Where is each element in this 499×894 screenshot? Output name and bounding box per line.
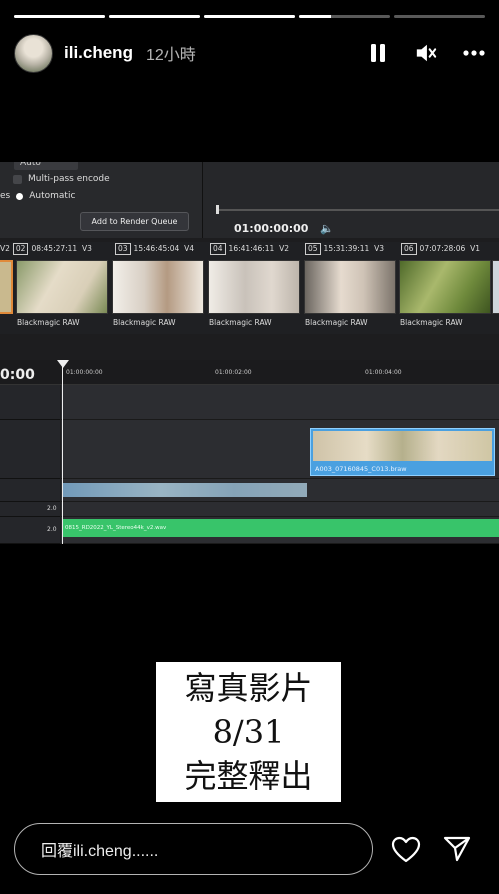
viewer-scrubber[interactable]: [216, 209, 499, 211]
automatic-row[interactable]: es Automatic: [0, 191, 75, 201]
multipass-row[interactable]: Multi-pass encode: [13, 174, 110, 184]
avatar[interactable]: [14, 33, 53, 73]
track-header[interactable]: [0, 420, 60, 479]
clip-header: 05 15:31:39:11 V3: [302, 242, 384, 256]
video-clip-label: A003_07160845_C013.braw: [315, 465, 407, 473]
audio-level: 2.0: [47, 505, 57, 512]
automatic-radio[interactable]: [16, 192, 24, 200]
clip-header: V2 02 08:45:27:11 V3: [0, 243, 92, 255]
clip-header: 06 07:07:28:06 V1: [398, 242, 480, 256]
format-dropdown[interactable]: Auto: [14, 162, 78, 170]
multipass-checkbox[interactable]: [13, 174, 22, 184]
clip-thumbnail[interactable]: [492, 260, 499, 314]
video-clip[interactable]: A003_07160845_C013.braw: [310, 428, 495, 476]
promo-sticker: 寫真影片 8/31 完整釋出: [156, 662, 341, 802]
progress-segment: [394, 15, 485, 18]
clip-thumbnail[interactable]: [304, 260, 396, 314]
clip-thumbnail[interactable]: [0, 260, 13, 314]
ruler-label: 01:00:00:00: [66, 369, 103, 376]
add-to-render-queue-button[interactable]: Add to Render Queue: [80, 212, 189, 231]
post-time: 12小時: [145, 47, 196, 64]
progress-segment: [204, 15, 295, 18]
render-settings-panel: Auto Multi-pass encode es Automatic Add …: [0, 162, 499, 238]
clip-header: 04 16:41:46:11 V2: [207, 242, 289, 256]
story-progress: [14, 15, 485, 18]
heart-icon[interactable]: [391, 835, 421, 863]
clip-label: Blackmagic RAW: [305, 318, 368, 327]
track-lane[interactable]: [61, 385, 499, 420]
clip-header: 03 15:46:45:04 V4: [112, 242, 194, 256]
username[interactable]: ili.cheng: [64, 43, 133, 63]
video-clip[interactable]: [63, 483, 307, 497]
progress-segment: [14, 15, 105, 18]
scrubber-handle[interactable]: [216, 205, 219, 214]
clip-thumbnail[interactable]: [208, 260, 300, 314]
pause-icon[interactable]: [367, 42, 389, 64]
clip-thumbnail[interactable]: [399, 260, 491, 314]
audio-clip-label: 0815_RD2022_YL_Stereo44k_v2.wav: [65, 525, 167, 531]
promo-line: 完整釋出: [184, 757, 313, 795]
clip-label: Blackmagic RAW: [17, 318, 80, 327]
story-media: Auto Multi-pass encode es Automatic Add …: [0, 162, 499, 544]
send-icon[interactable]: [443, 835, 471, 863]
clip-label: Blackmagic RAW: [113, 318, 176, 327]
reply-input[interactable]: 回覆ili.cheng......: [14, 823, 373, 875]
timeline-timecode: 0:00: [0, 367, 35, 383]
clip-strip: V2 02 08:45:27:11 V3 03 15:46:45:04 V4 04 16…: [0, 242, 499, 334]
clip-label: Blackmagic RAW: [209, 318, 272, 327]
ruler-label: 01:00:04:00: [365, 369, 402, 376]
audio-level: 2.0: [47, 526, 57, 533]
ruler-label: 01:00:02:00: [215, 369, 252, 376]
progress-segment: [299, 15, 390, 18]
speaker-muted-icon[interactable]: [415, 42, 437, 64]
clip-thumbnail[interactable]: [16, 260, 108, 314]
track-lane[interactable]: [61, 502, 499, 517]
track-header[interactable]: [0, 479, 60, 502]
multipass-label: Multi-pass encode: [28, 174, 110, 184]
progress-segment: [109, 15, 200, 18]
playhead[interactable]: [62, 362, 63, 544]
track-header[interactable]: [0, 385, 60, 420]
story-footer: 回覆ili.cheng......: [14, 822, 485, 876]
automatic-label: Automatic: [29, 191, 76, 201]
story-header: ili.cheng 12小時: [14, 33, 485, 73]
promo-line: 寫真影片: [184, 669, 313, 707]
more-horizontal-icon[interactable]: [463, 42, 485, 64]
promo-date: 8/31: [212, 713, 285, 751]
playhead-handle[interactable]: [57, 360, 69, 368]
clip-label: Blackmagic RAW: [400, 318, 463, 327]
clip-thumbnail[interactable]: [112, 260, 204, 314]
radio-prefix: es: [0, 191, 11, 201]
viewer-timecode: 01:00:00:00: [234, 222, 309, 235]
volume-icon[interactable]: 🔈: [320, 222, 334, 235]
